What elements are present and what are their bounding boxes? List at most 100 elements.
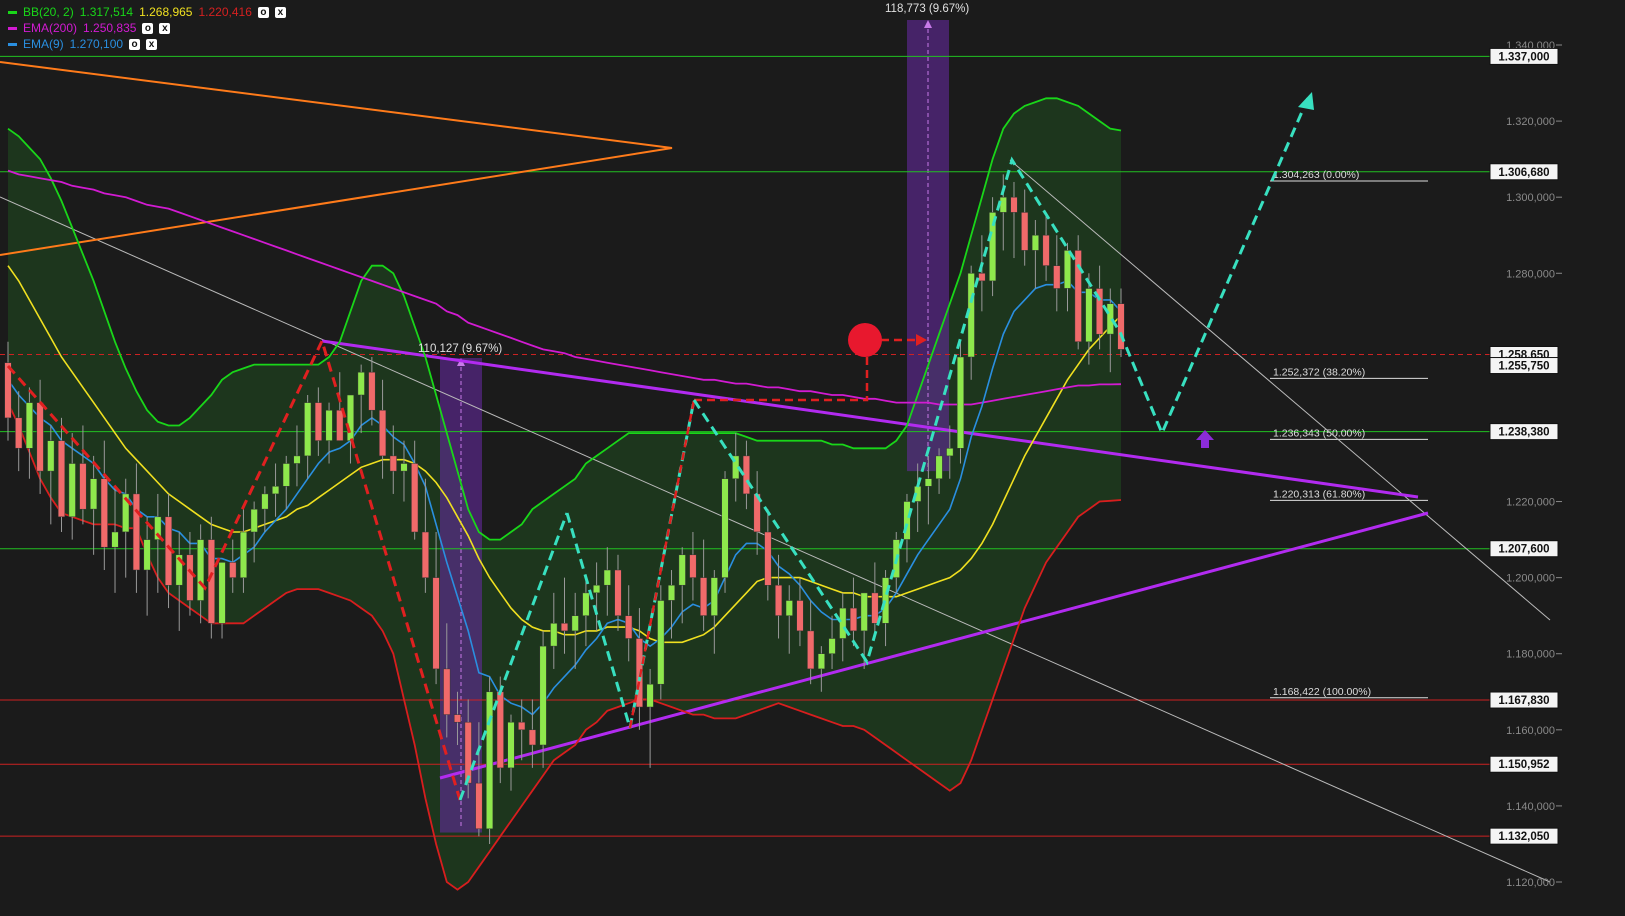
candle-body: [336, 409, 344, 441]
candle-body: [421, 531, 429, 578]
candle-body: [47, 440, 55, 472]
candle-body: [796, 600, 804, 632]
y-tick-label: 1.280,000: [1506, 268, 1555, 280]
candle-body: [1021, 212, 1029, 251]
ema200-label: EMA(200): [23, 21, 78, 35]
candle-body: [368, 371, 376, 411]
fib-level-label: 1.168,422 (100.00%): [1273, 686, 1371, 698]
legend-row-ema9: EMA(9) 1.270,100 o x: [8, 36, 286, 52]
candle-body: [689, 554, 697, 578]
ema200-value: 1.250,835: [83, 21, 137, 35]
y-tick-label: 1.180,000: [1506, 649, 1555, 661]
price-tag-label: 1.238,380: [1498, 427, 1549, 439]
fib-level-label: 1.252,372 (38.20%): [1273, 366, 1365, 378]
y-tick-label: 1.220,000: [1506, 497, 1555, 509]
legend-row-ema200: EMA(200) 1.250,835 o x: [8, 20, 286, 36]
candle-body: [571, 615, 579, 632]
candle-body: [967, 273, 975, 358]
candle-body: [432, 577, 440, 670]
candle-body: [849, 607, 858, 632]
ema9-swatch: [8, 42, 17, 46]
candle-body: [593, 584, 601, 594]
candle-body: [293, 455, 301, 464]
candle-body: [132, 493, 140, 571]
candle-body: [496, 691, 504, 769]
candle-body: [903, 501, 911, 540]
price-tag-label: 1.167,830: [1498, 695, 1549, 707]
y-tick-label: 1.200,000: [1506, 573, 1555, 585]
price-tag-label: 1.132,050: [1498, 831, 1549, 843]
candle-body: [379, 409, 387, 457]
candle-body: [111, 531, 119, 548]
candle-body: [657, 600, 665, 685]
candle-body: [817, 653, 825, 670]
candle-body: [614, 569, 622, 616]
bb-label: BB(20, 2): [23, 5, 74, 19]
candle-body: [550, 623, 558, 647]
candle-body: [646, 683, 654, 708]
close-icon[interactable]: x: [146, 38, 158, 50]
ema200-swatch: [8, 26, 17, 30]
candle-body: [346, 394, 355, 441]
candle-body: [464, 721, 472, 784]
candle-body: [250, 508, 258, 533]
bb-swatch: [8, 10, 17, 14]
y-tick-label: 1.160,000: [1506, 725, 1555, 737]
candle-body: [15, 417, 23, 449]
candle-body: [871, 592, 879, 624]
candle-body: [229, 562, 237, 578]
candle-body: [1031, 234, 1039, 251]
settings-icon[interactable]: o: [142, 22, 154, 34]
candle-body: [282, 463, 290, 487]
candle-body: [25, 402, 33, 449]
candle-body: [1117, 303, 1125, 350]
close-icon[interactable]: x: [274, 6, 286, 18]
candle-body: [68, 463, 76, 518]
candle-body: [36, 402, 44, 472]
candle-body: [742, 455, 750, 495]
chart-svg: 1.304,263 (0.00%) 1.252,372 (38.20%) 1.236…: [0, 0, 1625, 916]
candle-body: [999, 196, 1007, 213]
candle-body: [475, 782, 483, 830]
ema9-value: 1.270,100: [69, 37, 124, 51]
fib-level-label: 1.220,313 (61.80%): [1273, 488, 1365, 500]
candle-body: [839, 607, 847, 639]
candle-body: [700, 577, 708, 616]
settings-icon[interactable]: o: [129, 38, 141, 50]
price-tag-label: 1.255,750: [1498, 361, 1549, 373]
candle-body: [400, 463, 408, 472]
indicator-legend: BB(20, 2) 1.317,514 1.268,965 1.220,416 …: [8, 4, 286, 52]
candle-body: [304, 402, 312, 457]
candle-body: [57, 440, 66, 518]
candle-body: [218, 562, 226, 624]
fib-level-label: 1.304,263 (0.00%): [1273, 169, 1359, 181]
candle-body: [325, 409, 333, 441]
candle-body: [560, 623, 569, 632]
bb-lower-value: 1.220,416: [198, 5, 252, 19]
candle-body: [946, 448, 954, 457]
price-tag-label: 1.337,000: [1498, 51, 1549, 63]
candle-body: [785, 600, 793, 616]
candle-body: [860, 592, 868, 632]
candle-body: [143, 539, 151, 571]
y-tick-label: 1.300,000: [1506, 192, 1555, 204]
candle-body: [239, 531, 248, 578]
candle-body: [100, 478, 108, 548]
candle-body: [518, 721, 526, 731]
price-tag-label: 1.306,680: [1498, 167, 1549, 179]
bb-upper-value: 1.317,514: [79, 5, 134, 19]
price-tag-label: 1.150,952: [1498, 759, 1549, 771]
candle-body: [539, 645, 547, 746]
close-icon[interactable]: x: [159, 22, 171, 34]
price-chart[interactable]: 1.304,263 (0.00%) 1.252,372 (38.20%) 1.236…: [0, 0, 1625, 916]
candle-body: [1042, 234, 1050, 266]
candle-body: [1085, 288, 1093, 343]
candle-body: [528, 729, 536, 746]
candle-body: [197, 539, 205, 601]
candle-body: [603, 569, 611, 586]
candle-body: [314, 402, 322, 441]
candle-body: [357, 371, 365, 396]
candle-body: [261, 493, 269, 510]
settings-icon[interactable]: o: [257, 6, 269, 18]
candle-body: [710, 577, 718, 616]
